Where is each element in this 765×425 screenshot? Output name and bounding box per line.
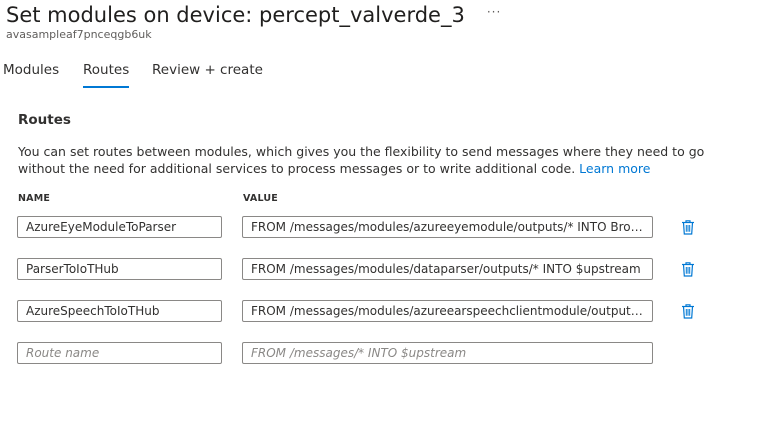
route-value-input[interactable]: FROM /messages/modules/azureearspeechcli…: [242, 300, 653, 322]
title-row: Set modules on device: percept_valverde_…: [6, 0, 501, 30]
column-header-name: NAME: [18, 193, 51, 204]
trash-icon[interactable]: [679, 260, 697, 278]
routes-description: You can set routes between modules, whic…: [18, 143, 708, 177]
more-horizontal-icon[interactable]: ···: [487, 6, 501, 18]
new-route-value-input[interactable]: FROM /messages/* INTO $upstream: [242, 342, 653, 364]
new-route-name-input[interactable]: Route name: [17, 342, 222, 364]
routes-heading: Routes: [18, 112, 71, 128]
route-name-input[interactable]: ParserToIoTHub: [17, 258, 222, 280]
trash-icon[interactable]: [679, 218, 697, 236]
tab-review-create[interactable]: Review + create: [152, 60, 263, 88]
route-name-input[interactable]: AzureEyeModuleToParser: [17, 216, 222, 238]
page-title: Set modules on device: percept_valverde_…: [6, 3, 465, 27]
column-header-value: VALUE: [243, 193, 278, 204]
route-value-input[interactable]: FROM /messages/modules/dataparser/output…: [242, 258, 653, 280]
route-name-input[interactable]: AzureSpeechToIoTHub: [17, 300, 222, 322]
tab-routes[interactable]: Routes: [83, 60, 130, 88]
set-modules-page: Set modules on device: percept_valverde_…: [0, 0, 765, 425]
trash-icon[interactable]: [679, 302, 697, 320]
route-value-input[interactable]: FROM /messages/modules/azureeyemodule/ou…: [242, 216, 653, 238]
tab-modules[interactable]: Modules: [3, 60, 59, 88]
learn-more-link[interactable]: Learn more: [579, 161, 650, 176]
page-subtitle: avasampleaf7pnceqgb6uk: [6, 28, 152, 41]
